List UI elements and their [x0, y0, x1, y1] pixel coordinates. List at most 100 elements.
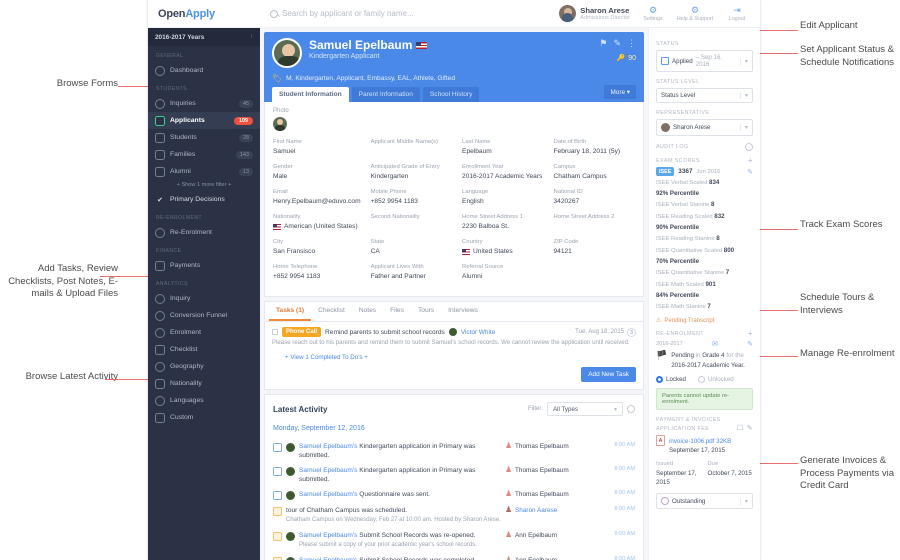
logout-button[interactable]: ⇥ Logout — [718, 5, 756, 22]
student-photo — [273, 117, 287, 131]
main-content: ⚑ ✎ ⋮ 🔑 90 Samuel Epelbaum Kindergarten A… — [260, 28, 648, 560]
add-new-task-button[interactable]: Add New Task — [581, 367, 636, 382]
sidebar-item-checklist[interactable]: Checklist — [148, 341, 260, 358]
task-count-badge: 3 — [627, 327, 636, 337]
sidebar-item-alumni[interactable]: Alumni 13 — [148, 163, 260, 180]
edit-reenrolment-icon[interactable]: ✎ — [747, 340, 753, 348]
status-select[interactable]: Applied – Sep 16, 2016 ▾ — [656, 50, 753, 72]
edit-invoice-icon[interactable]: ✎ — [747, 425, 753, 432]
annotation-right-5: Generate Invoices & Process Payments via… — [800, 455, 894, 491]
form-field: Language English — [462, 188, 543, 207]
sidebar-group-label: GENERAL — [156, 53, 184, 59]
add-exam-icon[interactable]: + — [748, 157, 753, 165]
sidebar-item-applicants[interactable]: Applicants 109 — [148, 112, 260, 129]
field-label: Gender — [273, 164, 293, 170]
exam-score-label: ISEE Math Scaled — [656, 282, 706, 288]
form-field: Mobile Phone +852 9954 1183 — [371, 188, 452, 207]
doc-icon — [273, 532, 282, 541]
check-icon: ✔ — [157, 196, 163, 204]
task-tab-tasks-[interactable]: Tasks (1) — [269, 302, 312, 321]
sidebar-item-nationality[interactable]: Nationality — [148, 375, 260, 392]
sidebar-item-custom[interactable]: Custom — [148, 409, 260, 426]
sidebar-item-count: 28 — [239, 133, 253, 142]
mail-icon[interactable]: ✉ — [712, 340, 718, 348]
task-tab-files[interactable]: Files — [383, 302, 411, 321]
locked-radio[interactable]: Locked — [656, 376, 686, 383]
app-logo[interactable]: OpenApply — [148, 8, 260, 20]
tag-label-icon: 🏷 — [272, 74, 283, 83]
task-tab-notes[interactable]: Notes — [352, 302, 383, 321]
field-value: +852 9954 1183 — [370, 198, 418, 205]
field-label: Home Street Address 1 — [462, 214, 523, 220]
tab-student-information[interactable]: Student Information — [272, 87, 349, 102]
custom-icon — [155, 412, 165, 423]
field-label: Email — [273, 189, 288, 195]
audit-search-icon[interactable] — [745, 143, 753, 151]
activity-time: 8:00 AM — [614, 531, 635, 537]
field-label: Mobile Phone — [370, 189, 407, 195]
unlocked-radio[interactable]: Unlocked — [697, 376, 734, 383]
person-icon: ♟ — [505, 530, 513, 539]
activity-avatar — [286, 491, 295, 500]
form-field: Home Telephone +852 9954 1183 — [273, 263, 361, 282]
sidebar-item-inquiry[interactable]: Inquiry — [148, 290, 260, 307]
more-button[interactable]: More ▾ — [604, 85, 636, 99]
sidebar-item-students[interactable]: Students 28 — [148, 129, 260, 146]
status-level-select[interactable]: Status Level ▾ — [656, 88, 753, 103]
task-tab-interviews[interactable]: Interviews — [441, 302, 485, 321]
exam-score-value: 834 — [709, 179, 720, 186]
sidebar-item-enrolment[interactable]: Enrolment — [148, 324, 260, 341]
top-bar: OpenApply Search by applicant or family … — [148, 0, 760, 28]
activity-subject-link[interactable]: Samuel Epelbaum's — [299, 443, 357, 450]
task-checkbox[interactable] — [272, 329, 278, 335]
settings-button[interactable]: ⚙ Settings — [634, 5, 672, 22]
sidebar-item-dashboard[interactable]: Dashboard — [148, 62, 260, 79]
task-row[interactable]: Phone Call Remind parents to submit scho… — [265, 322, 643, 339]
exam-score-value: 7 — [725, 268, 730, 276]
tags-text: M, Kindergarten, Applicant, Embassy, EAL… — [286, 75, 455, 82]
field-value: English — [462, 198, 484, 205]
task-tab-checklist[interactable]: Checklist — [311, 302, 352, 321]
help-button[interactable]: ⚙ Help & Support — [676, 5, 714, 22]
invoice-row[interactable]: A invoice-1006.pdf 32KB September 17, 20… — [656, 435, 753, 455]
chevron-down-icon: ▾ — [739, 497, 748, 505]
edit-applicant-icon[interactable]: ✎ — [613, 38, 621, 49]
field-value: Father and Partner — [370, 273, 426, 280]
sidebar-item-conversion-funnel[interactable]: Conversion Funnel — [148, 307, 260, 324]
sidebar-item-families[interactable]: Families 143 — [148, 146, 260, 163]
exam-score-item: ISEE Reading Scaled 832 — [656, 212, 753, 223]
tab-parent-information[interactable]: Parent Information — [351, 87, 420, 102]
sidebar-item-inquiries[interactable]: Inquiries 45 — [148, 95, 260, 112]
task-tab-tours[interactable]: Tours — [411, 302, 441, 321]
sidebar-item-payments[interactable]: Payments — [148, 257, 260, 274]
tag-icon[interactable]: ⚑ — [599, 38, 607, 49]
activity-text: tour of Chatham Campus was scheduled. Cha… — [286, 507, 501, 523]
sidebar-item-geography[interactable]: Geography — [148, 358, 260, 375]
sidebar-item-re-enrolment[interactable]: Re-Enrolment — [148, 224, 260, 241]
representative-select[interactable]: Sharon Arese ▾ — [656, 119, 753, 136]
sidebar-item-primary-decisions[interactable]: ✔ Primary Decisions — [148, 191, 260, 208]
year-selector[interactable]: 2016-2017 Years ↕ — [148, 28, 260, 46]
exam-number: 3367 — [678, 168, 693, 175]
task-assignee[interactable]: Victor White — [461, 329, 495, 336]
activity-type-select[interactable]: All Types ▾ — [547, 402, 623, 416]
filter-label: Filter: — [528, 406, 543, 412]
field-value: 2016-2017 Academic Years — [462, 173, 543, 180]
sidebar-item-languages[interactable]: Languages — [148, 392, 260, 409]
activity-subject-link[interactable]: Samuel Epelbaum's — [299, 532, 357, 539]
search-input[interactable]: Search by applicant or family name... — [260, 9, 559, 18]
invoice-status-select[interactable]: Outstanding ▾ — [656, 493, 753, 509]
user-menu[interactable]: Sharon Arese Admissions Director ⚙ Settin… — [559, 5, 760, 22]
activity-settings-icon[interactable] — [627, 405, 635, 413]
show-more-filters-link[interactable]: + Show 1 more filter + — [148, 180, 260, 191]
tab-school-history[interactable]: School History — [422, 87, 480, 102]
more-options-icon[interactable]: ⋮ — [627, 38, 636, 49]
activity-subject-link[interactable]: Samuel Epelbaum's — [299, 491, 357, 498]
edit-exam-icon[interactable]: ✎ — [747, 168, 753, 176]
sidebar-item-label: Checklist — [170, 346, 198, 353]
activity-subject-link[interactable]: Samuel Epelbaum's — [299, 467, 357, 474]
sidebar-item-label: Alumni — [170, 168, 191, 175]
invoice-icon[interactable]: ☐ — [737, 425, 744, 432]
add-reenrolment-icon[interactable]: + — [748, 330, 753, 338]
view-completed-todos-link[interactable]: + View 1 Completed To Do's + — [265, 350, 643, 367]
